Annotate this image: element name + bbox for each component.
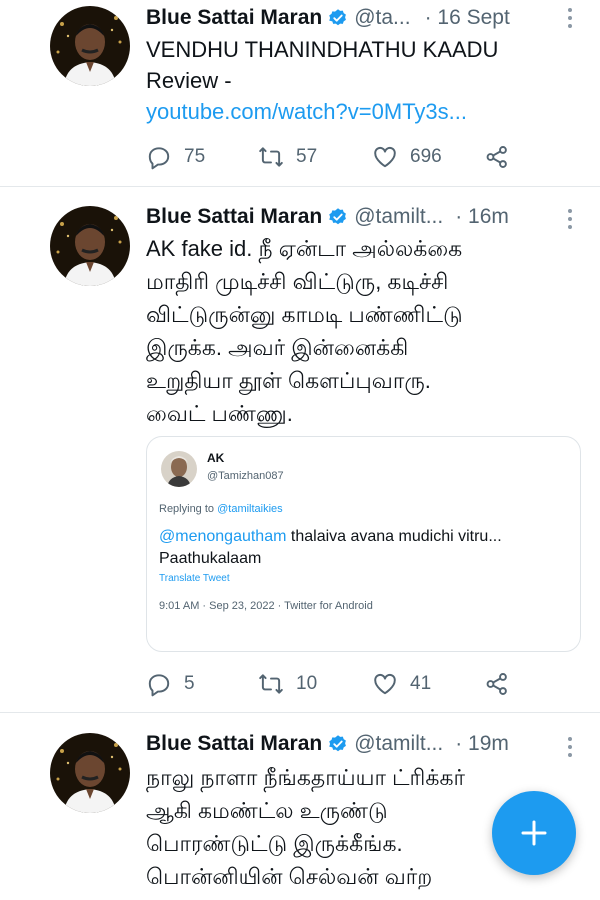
share-button[interactable]	[484, 669, 522, 699]
quoted-author-name[interactable]: AK	[207, 451, 224, 465]
avatar[interactable]	[50, 733, 130, 813]
tweet-text-line: விட்டுருன்னு காமடி பண்ணிட்டு	[146, 302, 463, 327]
tweet-actions: 5 10 41	[146, 669, 526, 699]
tweet-text-line: AK fake id. நீ ஏன்டா அல்லக்கை	[146, 236, 463, 261]
plus-icon	[521, 820, 547, 846]
tweet-text: நாலு நாளா நீங்கதாய்யா ட்ரிக்கர் ஆகி கமண்…	[146, 761, 465, 893]
tweet-text: AK fake id. நீ ஏன்டா அல்லக்கை மாதிரி முட…	[146, 232, 463, 430]
tweet-text-line: ஆகி கமண்ட்ல உருண்டு	[146, 798, 388, 823]
like-button[interactable]: 696	[372, 142, 442, 172]
quoted-tweet[interactable]: AK @Tamizhan087 Replying to @tamiltaikie…	[146, 436, 581, 652]
retweet-button[interactable]: 10	[258, 669, 317, 699]
like-icon	[372, 144, 398, 170]
retweet-count: 10	[296, 673, 318, 694]
author-handle[interactable]: @tamilt...	[354, 205, 443, 229]
tweet-header: Blue Sattai Maran @tamilt... · 16m	[146, 202, 509, 232]
share-button[interactable]	[484, 142, 522, 172]
reply-count: 5	[184, 673, 195, 694]
author-name[interactable]: Blue Sattai Maran	[146, 732, 322, 756]
quoted-avatar-image	[161, 451, 197, 487]
quoted-text-rest: thalaiva avana mudichi vitru...	[290, 528, 502, 545]
avatar[interactable]	[50, 206, 130, 286]
timestamp[interactable]: · 16m	[455, 205, 509, 229]
timestamp[interactable]: · 16 Sept	[425, 6, 510, 30]
avatar-image	[50, 206, 130, 286]
author-name[interactable]: Blue Sattai Maran	[146, 205, 322, 229]
tweet-text-line: நாலு நாளா நீங்கதாய்யா ட்ரிக்கர்	[146, 765, 466, 790]
share-icon	[484, 671, 510, 697]
mention-link[interactable]: @menongautham	[159, 528, 286, 545]
tweet-link[interactable]: youtube.com/watch?v=0MTy3s...	[146, 96, 498, 127]
retweet-icon	[258, 144, 284, 170]
tweet-text-line: மாதிரி முடிச்சி விட்டுரு, கடிச்சி	[146, 269, 449, 294]
tweet-header: Blue Sattai Maran @tamilt... · 19m	[146, 729, 509, 759]
quoted-meta: 9:01 AM · Sep 23, 2022 · Twitter for And…	[159, 600, 373, 612]
more-options-icon[interactable]	[568, 8, 574, 32]
tweet-actions: 75 57 696	[146, 142, 526, 172]
retweet-button[interactable]: 57	[258, 142, 317, 172]
author-name[interactable]: Blue Sattai Maran	[146, 6, 322, 30]
verified-badge-icon	[328, 734, 348, 754]
tweet-header: Blue Sattai Maran @ta... · 16 Sept	[146, 3, 510, 33]
tweet-text-line: VENDHU THANINDHATHU KAADU	[146, 37, 499, 62]
replying-to: Replying to @tamiltaikies	[159, 503, 283, 515]
translate-tweet-link[interactable]: Translate Tweet	[159, 573, 230, 584]
reply-icon	[146, 144, 172, 170]
more-options-icon[interactable]	[568, 737, 574, 761]
tweet-text-line: உறுதியா தூள் கௌப்புவாரு.	[146, 368, 431, 393]
like-icon	[372, 671, 398, 697]
verified-badge-icon	[328, 8, 348, 28]
more-options-icon[interactable]	[568, 209, 574, 233]
author-handle[interactable]: @ta...	[354, 6, 410, 30]
reply-button[interactable]: 5	[146, 669, 195, 699]
avatar[interactable]	[50, 6, 130, 86]
quoted-author-handle[interactable]: @Tamizhan087	[207, 470, 284, 482]
tweet-text-line: பொரண்டுட்டு இருக்கீங்க.	[146, 831, 403, 856]
retweet-count: 57	[296, 146, 318, 167]
tweet-1[interactable]: Blue Sattai Maran @ta... · 16 Sept VENDH…	[0, 0, 600, 186]
tweet-text-line: Review -	[146, 68, 232, 93]
tweet-text-line: வைட் பண்ணு.	[146, 401, 293, 426]
reply-button[interactable]: 75	[146, 142, 205, 172]
reply-count: 75	[184, 146, 206, 167]
tweet-text: VENDHU THANINDHATHU KAADU Review - youtu…	[146, 34, 498, 127]
reply-icon	[146, 671, 172, 697]
retweet-icon	[258, 671, 284, 697]
like-count: 696	[410, 146, 442, 167]
timestamp[interactable]: · 19m	[455, 732, 509, 756]
avatar-image	[50, 6, 130, 86]
like-button[interactable]: 41	[372, 669, 431, 699]
tweet-text-line: இருக்க. அவர் இன்னைக்கி	[146, 335, 409, 360]
replying-to-label: Replying to	[159, 503, 215, 515]
replying-to-handle[interactable]: @tamiltaikies	[217, 503, 283, 515]
quoted-text-line: Paathukalaam	[159, 550, 262, 567]
compose-tweet-button[interactable]	[492, 791, 576, 875]
quoted-avatar[interactable]	[161, 451, 197, 487]
tweet-text-line: பொன்னியின் செல்வன் வர்ற	[146, 864, 433, 889]
verified-badge-icon	[328, 207, 348, 227]
avatar-image	[50, 733, 130, 813]
quoted-text: @menongautham thalaiva avana mudichi vit…	[159, 526, 569, 570]
author-handle[interactable]: @tamilt...	[354, 732, 443, 756]
like-count: 41	[410, 673, 432, 694]
share-icon	[484, 144, 510, 170]
